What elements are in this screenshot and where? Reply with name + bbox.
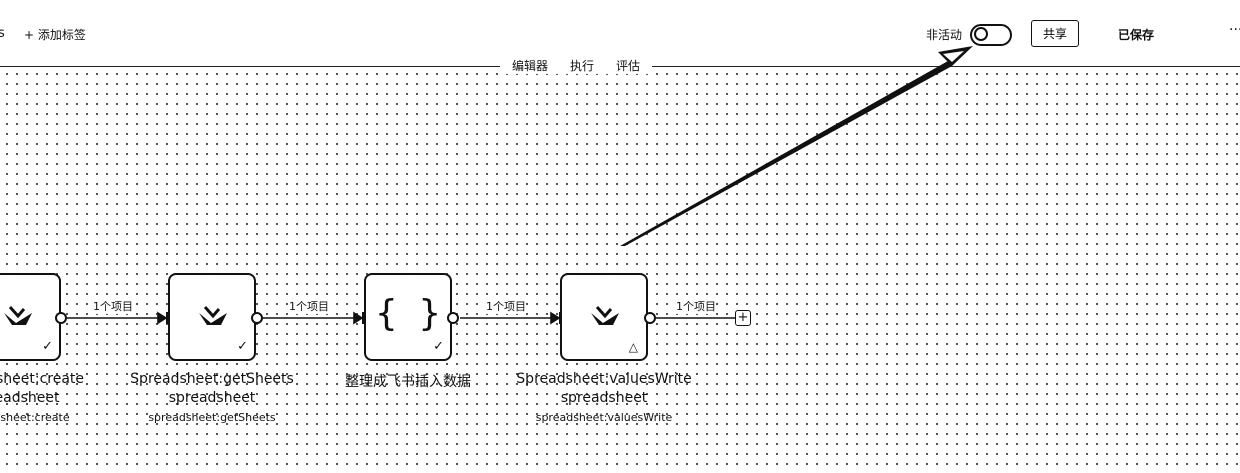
edge-label-4: 1个项目 xyxy=(676,298,716,314)
node-1-operation: sheet:create xyxy=(0,411,70,424)
success-check-icon: ✓ xyxy=(237,339,248,354)
feishu-icon xyxy=(591,306,619,325)
node-1-title: sheet:create xyxy=(0,371,85,387)
node-code-transform[interactable]: { } ✓ xyxy=(364,273,452,361)
feishu-icon xyxy=(199,306,227,325)
add-node-button[interactable]: + xyxy=(735,310,751,326)
node-2-subtitle: spreadsheet xyxy=(168,390,256,406)
node-1-output-port[interactable] xyxy=(55,312,67,324)
success-check-icon: ✓ xyxy=(42,339,53,354)
node-4-subtitle: spreadsheet xyxy=(560,390,648,406)
warning-icon: △ xyxy=(628,340,638,354)
node-4-title: Spreadsheet:valuesWrite xyxy=(516,371,692,387)
feishu-icon xyxy=(4,306,32,325)
edge-label-2: 1个项目 xyxy=(289,298,329,314)
node-2-title: Spreadsheet:getSheets xyxy=(130,371,294,387)
node-spreadsheet-valueswrite[interactable]: △ xyxy=(560,273,648,361)
edge-arrow-3 xyxy=(550,311,561,325)
node-3-title: 整理成飞书插入数据 xyxy=(345,374,471,390)
edge-arrow-2 xyxy=(353,311,364,325)
edge-arrow-1 xyxy=(157,311,168,325)
node-4-output-port[interactable] xyxy=(644,312,656,324)
success-check-icon: ✓ xyxy=(433,339,444,354)
node-sheet-create[interactable]: ✓ xyxy=(0,273,61,361)
edge-label-1: 1个项目 xyxy=(93,298,133,314)
node-4-operation: spreadsheet:valuesWrite xyxy=(535,411,673,424)
code-braces-icon: { } xyxy=(375,293,441,334)
node-2-operation: spreadsheet:getSheets xyxy=(148,411,276,424)
node-2-output-port[interactable] xyxy=(251,312,263,324)
node-3-output-port[interactable] xyxy=(447,312,459,324)
node-1-subtitle: eadsheet xyxy=(0,390,60,406)
edge-label-3: 1个项目 xyxy=(486,298,526,314)
annotation-arrow xyxy=(620,46,973,246)
node-spreadsheet-getsheets[interactable]: ✓ xyxy=(168,273,256,361)
